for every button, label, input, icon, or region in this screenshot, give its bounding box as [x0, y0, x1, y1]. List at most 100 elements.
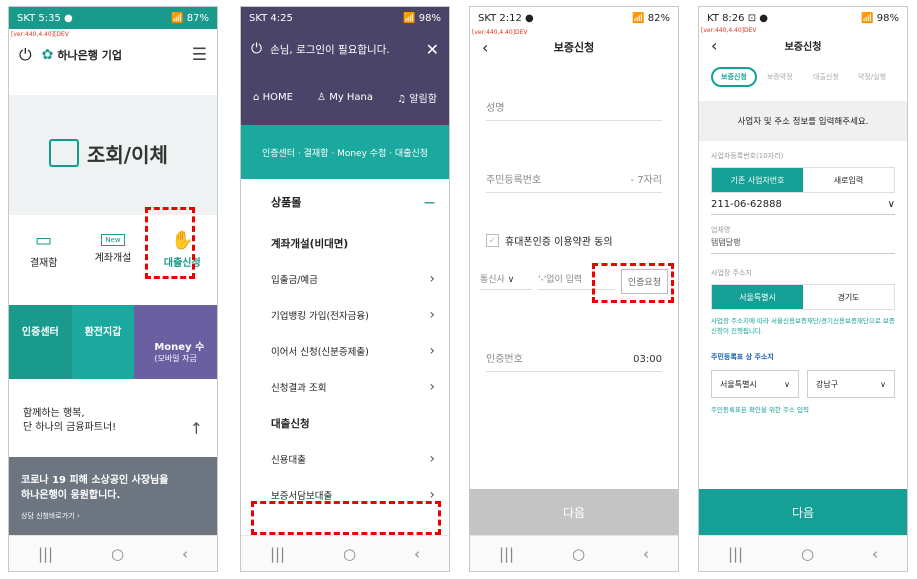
- menu-item[interactable]: 기업뱅킹 가입(전자금융) ›: [241, 297, 449, 333]
- power-icon[interactable]: ⏻: [19, 45, 32, 65]
- rrn-placeholder: 주민등록번호: [486, 175, 542, 186]
- biz-number-select[interactable]: 211-06-62888 ∨: [711, 199, 895, 215]
- brand-title: 하나은행 기업: [57, 49, 122, 62]
- rrn-field[interactable]: 주민등록번호 - 7자리: [486, 159, 662, 193]
- power-icon[interactable]: ⏻: [251, 41, 262, 57]
- tile-money-book[interactable]: Money 수 (모바일 자금: [134, 305, 217, 379]
- promo-banner[interactable]: 코로나 19 피해 소상공인 사장님을 하나은행이 응원합니다. 상담 신청바로…: [9, 457, 217, 535]
- quick-home[interactable]: ⌂ HOME: [253, 92, 293, 103]
- back-icon[interactable]: ‹: [872, 545, 878, 563]
- status-right: 📶 98%: [861, 12, 899, 24]
- name-field[interactable]: 성명: [486, 87, 662, 121]
- highlight-box: [592, 263, 674, 303]
- chevron-down-icon: ∨: [887, 199, 895, 210]
- android-nav-bar: ||| ○ ‹: [9, 535, 217, 571]
- step-indicator: 보증신청 보증약정 대출신청 약정/실행: [699, 61, 907, 93]
- checkbox-icon[interactable]: ✓: [486, 234, 499, 247]
- phone-screen-verify: SKT 2:12 ● 📶 82% [ver:440,4.40]DEV ‹ 보증신…: [469, 6, 679, 572]
- quick-label: 알림함: [409, 93, 437, 105]
- carrier-label: 통신사: [480, 275, 505, 285]
- quick-alerts[interactable]: ♫ 알림함: [397, 90, 437, 105]
- carrier-select[interactable]: 통신사 ∨: [480, 272, 532, 290]
- status-right: 📶 98%: [403, 12, 441, 24]
- home-icon[interactable]: ○: [111, 545, 124, 563]
- home-icon[interactable]: ○: [572, 545, 585, 563]
- banner-link[interactable]: 상담 신청바로가기 ›: [21, 509, 205, 524]
- tab-new-entry[interactable]: 새로입력: [803, 168, 894, 192]
- next-button[interactable]: 다음: [470, 489, 678, 535]
- status-bar: SKT 4:25 📶 98%: [241, 7, 449, 29]
- tile-cert-center[interactable]: 인증센터: [9, 305, 72, 379]
- menu-label: 기업뱅킹 가입(전자금융): [271, 311, 369, 322]
- recents-icon[interactable]: |||: [270, 545, 285, 563]
- tab-seoul[interactable]: 서울특별시: [712, 285, 803, 309]
- hamburger-menu-icon[interactable]: ☰: [192, 45, 207, 65]
- quick-myhana[interactable]: ♙ My Hana: [317, 92, 373, 103]
- status-left: SKT 4:25: [249, 12, 293, 24]
- recents-icon[interactable]: |||: [499, 545, 514, 563]
- tab-gyeonggi[interactable]: 경기도: [803, 285, 894, 309]
- status-left: KT 8:26 ⊡ ●: [707, 12, 768, 24]
- next-button[interactable]: 다음: [699, 489, 907, 535]
- back-icon[interactable]: ‹: [643, 545, 649, 563]
- menu-item[interactable]: 신청결과 조회 ›: [241, 369, 449, 405]
- chevron-right-icon: ›: [429, 307, 435, 323]
- recents-icon[interactable]: |||: [38, 545, 53, 563]
- tile-fx-wallet[interactable]: 환전지갑: [71, 305, 135, 379]
- city-select[interactable]: 서울특별시 ∨: [711, 370, 799, 398]
- close-icon[interactable]: ✕: [426, 40, 439, 59]
- recents-icon[interactable]: |||: [728, 545, 743, 563]
- auth-code-field[interactable]: 인증번호 03:00: [486, 338, 662, 372]
- tile-sublabel: (모바일 자금: [154, 354, 197, 363]
- biz-name-label: 업체명: [711, 226, 731, 234]
- chevron-right-icon: ›: [429, 271, 435, 287]
- highlight-box: [251, 501, 441, 535]
- step-current: 보증신청: [711, 67, 757, 87]
- android-nav-bar: ||| ○ ‹: [699, 535, 907, 571]
- code-placeholder: 인증번호: [486, 354, 523, 365]
- back-icon[interactable]: ‹: [414, 545, 420, 563]
- tab-existing-biz[interactable]: 기존 사업자번호: [712, 168, 803, 192]
- person-icon: ♙: [317, 91, 330, 103]
- inquiry-transfer-card[interactable]: 조회/이체: [9, 95, 217, 215]
- tile-label: 인증센터: [21, 327, 59, 338]
- new-badge: New: [101, 234, 125, 246]
- android-nav-bar: ||| ○ ‹: [470, 535, 678, 571]
- menu-label: 입출금/예금: [271, 275, 318, 286]
- biz-number-value: 211-06-62888: [711, 199, 782, 210]
- login-message[interactable]: 손님, 로그인이 필요합니다.: [270, 42, 426, 57]
- shortcut-open-account[interactable]: New 계좌개설: [78, 215, 147, 283]
- home-icon[interactable]: ○: [801, 545, 814, 563]
- quick-links: ⌂ HOME ♙ My Hana ♫ 알림함: [241, 69, 449, 125]
- scroll-up-icon[interactable]: ↑: [190, 419, 203, 438]
- section-product-mall[interactable]: 상품몰 —: [241, 179, 449, 225]
- slogan-line: 함께하는 행복,: [23, 408, 85, 419]
- addr-label: 사업장 주소지: [711, 269, 752, 277]
- menu-item[interactable]: 신용대출 ›: [241, 441, 449, 477]
- menu-label: 신청결과 조회: [271, 383, 327, 394]
- slogan: 함께하는 행복, 단 하나의 금융파트너!: [9, 379, 217, 435]
- menu-item[interactable]: 이어서 신청(신분증제출) ›: [241, 333, 449, 369]
- step: 대출신청: [813, 73, 839, 81]
- menu-item[interactable]: 입출금/예금 ›: [241, 261, 449, 297]
- shortcut-approval[interactable]: ▭ 결재함: [9, 215, 78, 283]
- status-right: 📶 82%: [632, 12, 670, 24]
- district-select[interactable]: 강남구 ∨: [807, 370, 895, 398]
- status-left: SKT 5:35 ●: [17, 12, 73, 24]
- home-icon[interactable]: ○: [343, 545, 356, 563]
- timer: 03:00: [633, 354, 662, 365]
- back-icon[interactable]: ‹: [182, 545, 188, 563]
- chevron-down-icon: ∨: [880, 379, 886, 389]
- service-tiles: 인증센터 환전지갑 Money 수 (모바일 자금: [9, 305, 217, 379]
- cert-bar[interactable]: 인증센터 · 결재함 · Money 수첩 · 대출신청: [241, 125, 449, 179]
- agree-row[interactable]: ✓ 휴대폰인증 이용약관 동의: [486, 233, 662, 248]
- status-right: 📶 87%: [171, 12, 209, 24]
- chevron-right-icon: ›: [429, 379, 435, 395]
- quick-label: My Hana: [329, 91, 374, 103]
- residence-label: 주민등록표 상 주소지: [711, 353, 774, 361]
- phone-screen-menu: SKT 4:25 📶 98% ⏻ 손님, 로그인이 필요합니다. ✕ ⌂ HOM…: [240, 6, 450, 572]
- collapse-icon[interactable]: —: [424, 196, 435, 209]
- biz-name-field[interactable]: 탬탬달팽: [711, 237, 895, 254]
- residence-selects: 서울특별시 ∨ 강남구 ∨: [711, 370, 895, 398]
- chevron-right-icon: ›: [429, 343, 435, 359]
